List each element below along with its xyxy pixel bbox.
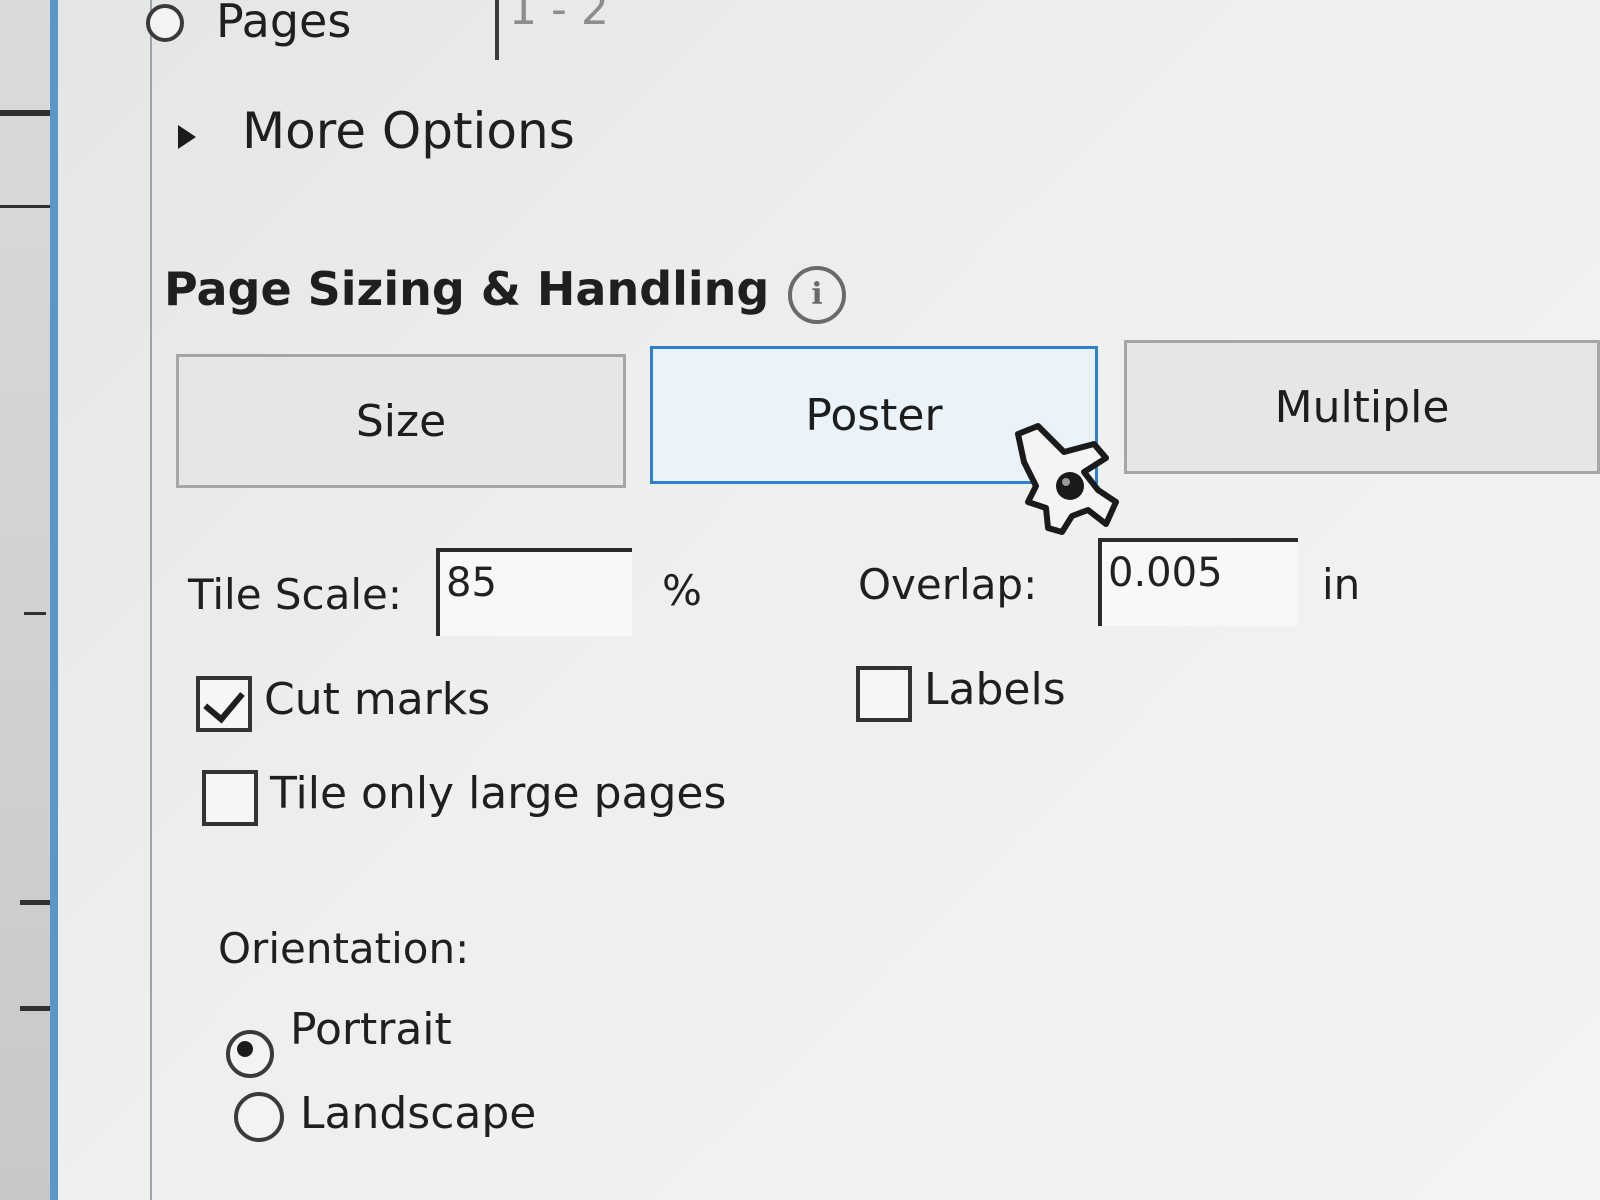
document-rule bbox=[0, 205, 56, 208]
poster-tab-label: Poster bbox=[805, 389, 943, 441]
panel-divider bbox=[150, 0, 152, 1200]
info-icon[interactable]: i bbox=[788, 266, 846, 324]
overlap-label: Overlap: bbox=[858, 560, 1038, 609]
background-document bbox=[0, 0, 56, 1200]
cut-marks-label: Cut marks bbox=[264, 674, 491, 725]
portrait-radio[interactable] bbox=[226, 1030, 274, 1078]
panel-focus-border bbox=[50, 0, 58, 1200]
tile-large-pages-label: Tile only large pages bbox=[270, 768, 727, 819]
overlap-unit: in bbox=[1322, 560, 1361, 609]
tile-scale-value: 85 bbox=[446, 560, 497, 606]
pages-radio[interactable] bbox=[146, 4, 184, 42]
pages-range-input[interactable]: 1 - 2 bbox=[495, 0, 659, 60]
tile-large-pages-checkbox[interactable] bbox=[202, 770, 258, 826]
more-options-toggle[interactable]: More Options bbox=[242, 102, 575, 160]
landscape-radio[interactable] bbox=[234, 1092, 284, 1142]
multiple-tab-button[interactable]: Multiple bbox=[1124, 340, 1600, 474]
document-mark bbox=[24, 612, 46, 615]
size-tab-button[interactable]: Size bbox=[176, 354, 626, 488]
overlap-input[interactable]: 0.005 bbox=[1098, 538, 1298, 626]
overlap-value: 0.005 bbox=[1108, 550, 1223, 596]
tile-scale-unit: % bbox=[662, 566, 702, 615]
pages-range-value: 1 - 2 bbox=[509, 0, 609, 35]
landscape-label: Landscape bbox=[300, 1088, 537, 1139]
labels-checkbox[interactable] bbox=[856, 666, 912, 722]
cut-marks-checkbox[interactable] bbox=[196, 676, 252, 732]
tile-scale-label: Tile Scale: bbox=[188, 570, 403, 619]
document-rule bbox=[0, 110, 56, 116]
expand-arrow-icon[interactable] bbox=[178, 125, 196, 149]
section-title: Page Sizing & Handling bbox=[164, 262, 770, 316]
multiple-tab-label: Multiple bbox=[1274, 381, 1450, 433]
tile-scale-input[interactable]: 85 bbox=[436, 548, 632, 636]
orientation-heading: Orientation: bbox=[218, 924, 470, 973]
size-tab-label: Size bbox=[355, 395, 447, 447]
hand-pointer-icon bbox=[1015, 423, 1119, 535]
labels-label: Labels bbox=[924, 664, 1066, 715]
pages-radio-label: Pages bbox=[216, 0, 352, 48]
portrait-label: Portrait bbox=[290, 1004, 452, 1055]
